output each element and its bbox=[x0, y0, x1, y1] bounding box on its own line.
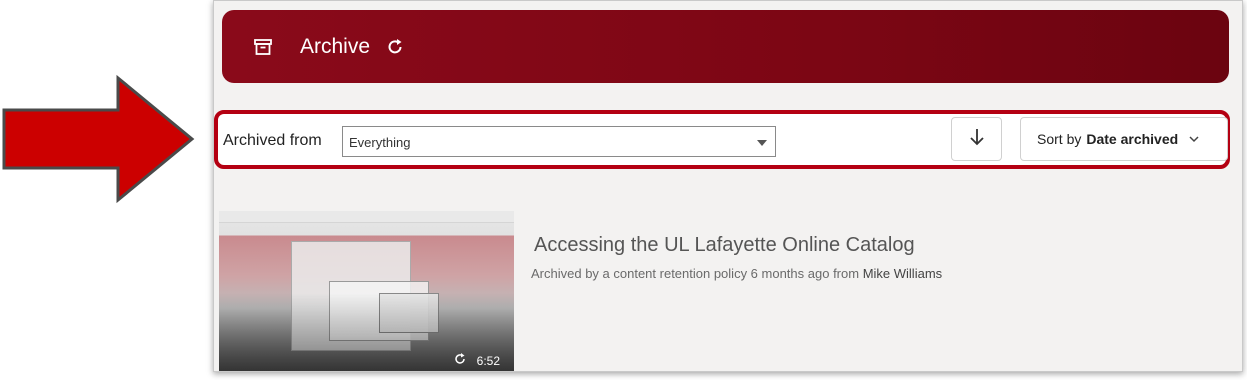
author-link[interactable]: Mike Williams bbox=[863, 266, 942, 281]
page-title: Archive bbox=[300, 34, 371, 58]
archive-box-icon bbox=[252, 36, 274, 58]
arrow-down-icon bbox=[968, 127, 986, 152]
dropdown-selected-value: Everything bbox=[349, 135, 411, 150]
refresh-icon[interactable] bbox=[384, 36, 406, 58]
video-duration: 6:52 bbox=[453, 352, 500, 369]
archive-header: Archive bbox=[222, 10, 1229, 83]
sort-direction-button[interactable] bbox=[951, 117, 1002, 161]
replay-icon bbox=[453, 352, 467, 369]
video-title-link[interactable]: Accessing the UL Lafayette Online Catalo… bbox=[534, 234, 915, 257]
duration-text: 6:52 bbox=[476, 353, 500, 368]
caret-down-icon bbox=[757, 140, 767, 146]
red-arrow-icon bbox=[2, 74, 195, 204]
archived-from-dropdown[interactable]: Everything bbox=[342, 126, 776, 157]
stream-archive-window: Archive Archived from Everything Sort by bbox=[213, 0, 1243, 372]
sort-by-button[interactable]: Sort by Date archived bbox=[1020, 117, 1228, 161]
sort-by-prefix: Sort by bbox=[1037, 131, 1082, 147]
archive-meta-text: Archived by a content retention policy 6… bbox=[531, 266, 860, 281]
video-archive-meta: Archived by a content retention policy 6… bbox=[531, 266, 942, 281]
archived-from-label: Archived from bbox=[223, 132, 322, 149]
chevron-down-icon bbox=[1188, 135, 1200, 143]
sort-by-value: Date archived bbox=[1086, 131, 1179, 147]
archive-filter-bar: Archived from Everything Sort by Date ar… bbox=[214, 110, 1230, 169]
video-thumbnail[interactable]: 6:52 bbox=[219, 211, 514, 371]
